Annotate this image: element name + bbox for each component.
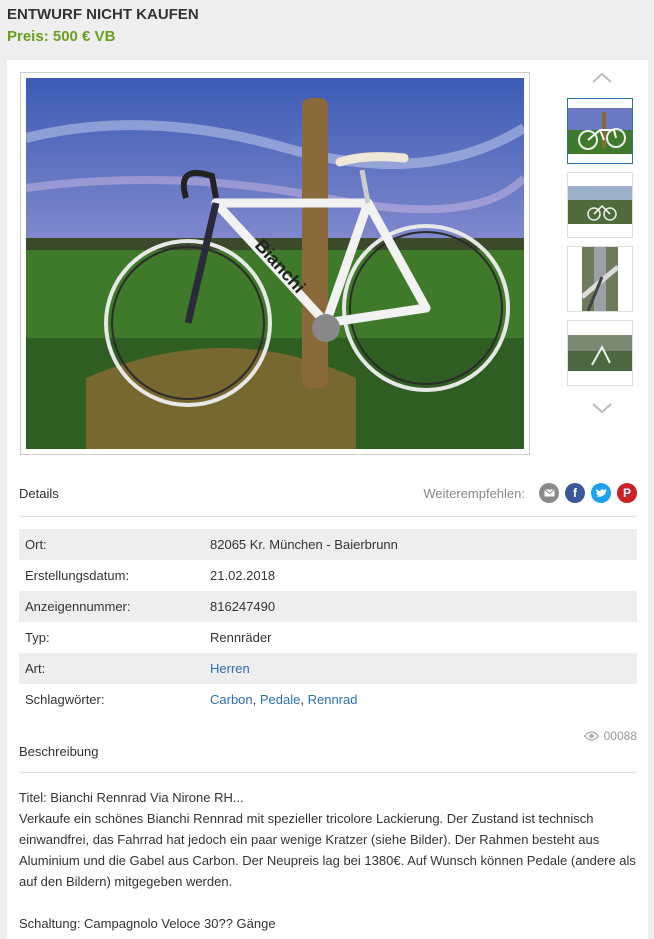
row-value: Rennräder (210, 630, 272, 645)
thumbnail-1[interactable] (567, 98, 633, 164)
table-row: Art: Herren (19, 653, 637, 684)
row-label: Ort: (19, 529, 204, 560)
thumbnail-2[interactable] (567, 172, 633, 238)
table-row: Ort: 82065 Kr. München - Baierbrunn (19, 529, 637, 560)
table-row: Schlagwörter: Carbon, Pedale, Rennrad (19, 684, 637, 715)
tag-list: Carbon, Pedale, Rennrad (204, 684, 637, 715)
row-label: Anzeigennummer: (19, 591, 204, 622)
row-value: 82065 Kr. München - Baierbrunn (204, 529, 637, 560)
description-header: Beschreibung (19, 744, 637, 773)
eye-icon (583, 731, 599, 741)
listing-header: ENTWURF NICHT KAUFEN Preis: 500 € VB (0, 0, 654, 52)
row-value: 21.02.2018 (210, 568, 276, 583)
listing-card: Bianchi Details Weiterempfehlen: f P Ort… (7, 60, 648, 939)
email-icon[interactable] (539, 483, 559, 503)
description-body: Verkaufe ein schönes Bianchi Rennrad mit… (19, 811, 636, 889)
facebook-icon[interactable]: f (565, 483, 585, 503)
description-text: Titel: Bianchi Rennrad Via Nirone RH... … (19, 787, 639, 934)
row-label: Erstellungsdatum: (25, 568, 130, 583)
pinterest-icon[interactable]: P (617, 483, 637, 503)
description-heading: Beschreibung (19, 744, 99, 759)
tag-link-rennrad[interactable]: Rennrad (308, 692, 358, 707)
share-label: Weiterempfehlen: (423, 486, 525, 501)
main-image[interactable]: Bianchi (20, 72, 530, 455)
table-row: Typ: Rennräder (19, 622, 637, 653)
table-row: Erstellungsdatum: 21.02.2018 (19, 560, 637, 591)
thumbnail-4[interactable] (567, 320, 633, 386)
share-icons: f P (539, 483, 637, 503)
listing-price: Preis: 500 € VB (7, 28, 116, 45)
details-header: Details Weiterempfehlen: f P (19, 483, 637, 517)
art-link[interactable]: Herren (210, 661, 250, 676)
row-label: Typ: (25, 630, 50, 645)
thumbnail-3[interactable] (567, 246, 633, 312)
twitter-icon[interactable] (591, 483, 611, 503)
chevron-up-icon[interactable] (565, 66, 639, 90)
tag-link-carbon[interactable]: Carbon (210, 692, 253, 707)
view-count: 00088 (603, 729, 637, 743)
table-row: Anzeigennummer: 816247490 (19, 591, 637, 622)
tag-separator: , (252, 692, 260, 707)
row-label: Art: (19, 653, 204, 684)
row-value: 816247490 (204, 591, 637, 622)
tag-separator: , (300, 692, 308, 707)
view-counter: 00088 (583, 729, 637, 743)
thumbnail-strip (565, 66, 639, 420)
row-label: Schlagwörter: (25, 692, 105, 707)
details-table: Ort: 82065 Kr. München - Baierbrunn Erst… (19, 529, 637, 715)
bike-photo: Bianchi (26, 78, 524, 449)
listing-title: ENTWURF NICHT KAUFEN (7, 6, 199, 23)
tag-link-pedale[interactable]: Pedale (260, 692, 300, 707)
description-title: Titel: Bianchi Rennrad Via Nirone RH... (19, 790, 244, 805)
details-heading: Details (19, 486, 59, 501)
chevron-down-icon[interactable] (565, 396, 639, 420)
description-gear: Schaltung: Campagnolo Veloce 30?? Gänge (19, 916, 276, 931)
